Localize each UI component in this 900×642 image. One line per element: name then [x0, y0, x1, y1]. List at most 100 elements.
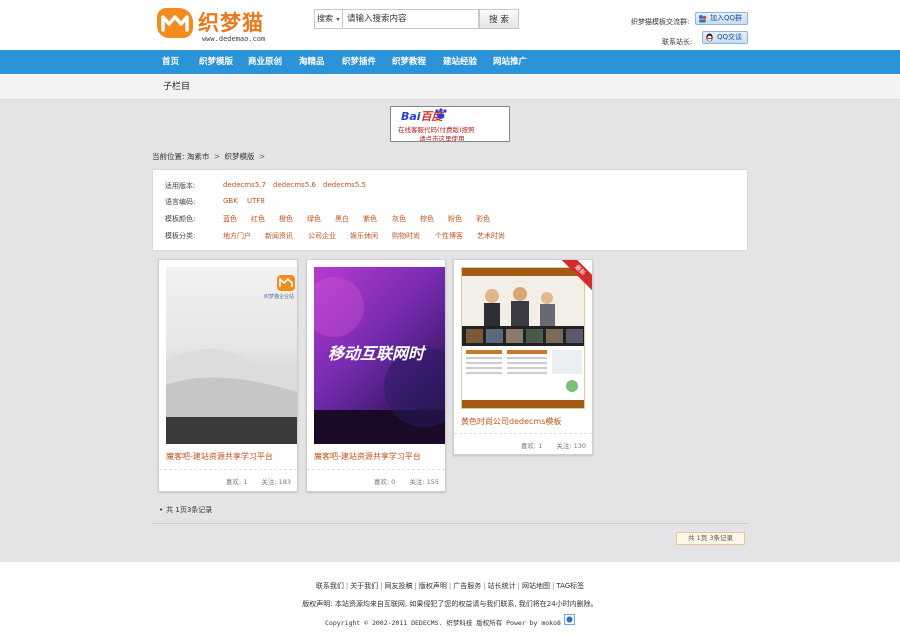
- qq-chat-button[interactable]: QQ交谈: [702, 31, 748, 44]
- filter-label: 模板颜色:: [165, 215, 196, 223]
- nav-item-commercial[interactable]: 商业原创: [248, 50, 282, 74]
- qq-chat-label: QQ交谈: [717, 33, 743, 41]
- logo-name: 织梦猫: [198, 10, 264, 35]
- qq-group-icon: [699, 15, 707, 23]
- likes-count: 喜欢: 1: [225, 478, 248, 486]
- card-stats: 喜欢: 1 关注: 130: [521, 440, 586, 450]
- filter-option[interactable]: 棕色: [420, 214, 434, 224]
- nav-item-selected[interactable]: 淘精品: [299, 50, 325, 74]
- record-count-label: 共 1页3条记录: [166, 506, 213, 514]
- footer-link-contact[interactable]: 联系我们: [316, 582, 344, 590]
- card-divider: [454, 433, 592, 434]
- logo-url: www.dedemao.com: [202, 35, 266, 43]
- filter-option[interactable]: 公司企业: [308, 231, 336, 241]
- record-count: • 共 1页3条记录: [159, 505, 212, 515]
- footer-link-tags[interactable]: TAG标签: [556, 582, 584, 590]
- follow-count: 关注: 183: [261, 478, 291, 486]
- qq-penguin-icon: [706, 33, 713, 42]
- template-card[interactable]: 最新 黄色时尚公司dedecms模板 喜欢: 1 关注: 130: [453, 259, 593, 455]
- footer-link-copyright[interactable]: 版权声明: [419, 582, 447, 590]
- pagination[interactable]: 共 1页 3条记录: [676, 532, 745, 545]
- nav-item-experience[interactable]: 建站经验: [443, 50, 477, 74]
- template-thumbnail[interactable]: 织梦猫企业站: [166, 267, 297, 444]
- filter-option[interactable]: dedecms5.7: [223, 181, 266, 189]
- template-title[interactable]: 黄色时尚公司dedecms模板: [461, 416, 561, 427]
- stats-badge-icon[interactable]: [564, 614, 575, 625]
- thumbnail-caption: 移动互联网时: [328, 344, 425, 363]
- search-bar: 搜索 搜 索: [314, 9, 519, 29]
- join-qq-group-label: 加入QQ群: [710, 14, 743, 22]
- filter-option[interactable]: 地方门户: [223, 231, 251, 241]
- nav-item-promotion[interactable]: 网站推广: [493, 50, 527, 74]
- business-template-image: [462, 268, 584, 408]
- filter-option[interactable]: GBK: [223, 197, 238, 205]
- template-title[interactable]: 魔客吧-建站资源共享学习平台: [314, 451, 421, 462]
- filter-option[interactable]: 艺术时尚: [477, 231, 505, 241]
- divider: [152, 523, 748, 524]
- filter-option[interactable]: 红色: [251, 214, 265, 224]
- search-button[interactable]: 搜 索: [479, 9, 519, 29]
- filter-option[interactable]: UTF8: [247, 197, 265, 205]
- filter-label: 适用版本:: [165, 182, 196, 190]
- nav-item-tutorials[interactable]: 织梦教程: [392, 50, 426, 74]
- footer-link-sitemap[interactable]: 网站地图: [522, 582, 550, 590]
- filter-option[interactable]: dedecms5.5: [323, 181, 366, 189]
- filter-option[interactable]: 购物时尚: [392, 231, 420, 241]
- main-nav: 首页 织梦模版 商业原创 淘精品 织梦插件 织梦教程 建站经验 网站推广: [0, 50, 900, 74]
- filter-option[interactable]: 橙色: [279, 214, 293, 224]
- nav-item-plugins[interactable]: 织梦插件: [342, 50, 376, 74]
- filter-option[interactable]: 黑白: [335, 214, 349, 224]
- filter-label: 模板分类:: [165, 232, 196, 240]
- join-qq-group-button[interactable]: 加入QQ群: [695, 12, 748, 25]
- site-footer: 联系我们 | 关于我们 | 网友投稿 | 版权声明 | 广告服务 | 站长统计 | 网站地图 | TAG标签…: [0, 562, 900, 642]
- follow-count: 关注: 155: [409, 478, 439, 486]
- cat-logo-icon: [157, 8, 193, 38]
- thumbnail-caption: 织梦猫企业站: [264, 294, 295, 300]
- nav-item-home[interactable]: 首页: [162, 50, 179, 74]
- card-stats: 喜欢: 1 关注: 183: [226, 476, 291, 486]
- banner-ad[interactable]: Bai百度 在线客服代码(付费版)按照 请点击这里使用: [390, 106, 510, 142]
- footer-link-ads[interactable]: 广告服务: [453, 582, 481, 590]
- filter-option[interactable]: dedecms5.6: [273, 181, 316, 189]
- bullet-icon: •: [159, 506, 164, 514]
- filter-option[interactable]: 彩色: [476, 214, 490, 224]
- sub-category-bar: 子栏目: [0, 74, 900, 100]
- filter-option[interactable]: 新闻资讯: [265, 231, 293, 241]
- footer-links: 联系我们 | 关于我们 | 网友投稿 | 版权声明 | 广告服务 | 站长统计 | 网站地图 | TAG标签: [315, 582, 585, 590]
- footer-link-stats[interactable]: 站长统计: [488, 582, 516, 590]
- footer-disclaimer: 版权声明: 本站资源均来自互联网, 如果侵犯了您的权益请与我们联系, 我们将在2…: [302, 600, 598, 608]
- banner-line-2: 请点击这里使用: [419, 135, 465, 142]
- filter-option[interactable]: 蓝色: [223, 214, 237, 224]
- template-card[interactable]: 织梦猫企业站 魔客吧-建站资源共享学习平台 喜欢: 1 关注: 183: [158, 259, 298, 492]
- filter-option[interactable]: 个性博客: [435, 231, 463, 241]
- footer-copyright: Copyright © 2002-2011 DEDECMS. 织梦科技 版权所有…: [325, 619, 561, 627]
- sub-category-title: 子栏目: [163, 82, 191, 92]
- filter-option[interactable]: 粉色: [448, 214, 462, 224]
- footer-link-about[interactable]: 关于我们: [350, 582, 378, 590]
- template-card[interactable]: 移动互联网时 魔客吧-建站资源共享学习平台 喜欢: 0 关注: 155: [306, 259, 446, 492]
- filter-option[interactable]: 紫色: [363, 214, 377, 224]
- filter-option[interactable]: 绿色: [307, 214, 321, 224]
- chevron-right-icon: >: [258, 152, 266, 161]
- template-title[interactable]: 魔客吧-建站资源共享学习平台: [166, 451, 273, 462]
- paw-icon: [435, 108, 447, 119]
- filter-label: 语言编码:: [165, 198, 196, 206]
- breadcrumb-item[interactable]: 淘素市: [187, 152, 210, 161]
- follow-count: 关注: 130: [556, 442, 586, 450]
- footer-link-submit[interactable]: 网友投稿: [385, 582, 413, 590]
- breadcrumb-prefix: 当前位置:: [152, 152, 185, 161]
- filter-option[interactable]: 娱乐休闲: [350, 231, 378, 241]
- search-scope-select[interactable]: 搜索: [314, 9, 342, 29]
- template-thumbnail[interactable]: 移动互联网时: [314, 267, 445, 444]
- qq-group-label: 织梦猫模板交流群:: [631, 18, 690, 26]
- nav-item-templates[interactable]: 织梦模版: [199, 50, 233, 74]
- filter-option[interactable]: 灰色: [392, 214, 406, 224]
- template-thumbnail[interactable]: [461, 267, 585, 409]
- filter-panel: 适用版本: dedecms5.7 dedecms5.6 dedecms5.5 语…: [152, 169, 748, 251]
- search-input[interactable]: [342, 9, 479, 29]
- search-scope-label: 搜索: [317, 14, 333, 23]
- site-logo[interactable]: 织梦猫 www.dedemao.com: [157, 8, 277, 44]
- contact-admin-label: 联系站长:: [662, 38, 693, 46]
- breadcrumb-item[interactable]: 织梦模版: [225, 152, 255, 161]
- site-header: 织梦猫 www.dedemao.com 搜索 搜 索 织梦猫模板交流群: 加入Q…: [0, 0, 900, 50]
